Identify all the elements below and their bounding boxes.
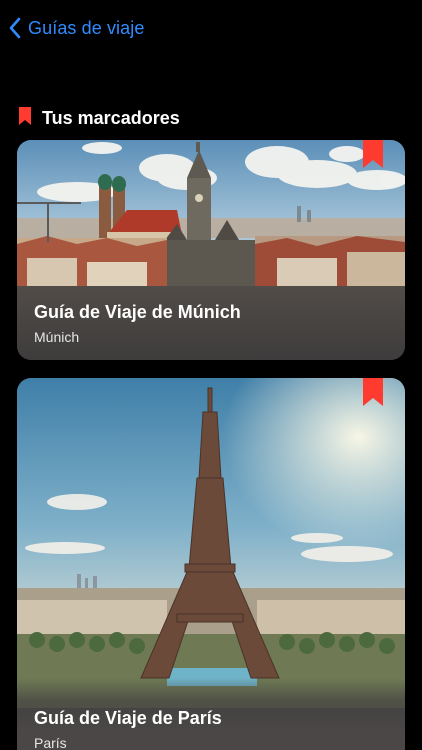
guide-city: París (34, 735, 67, 750)
chevron-left-icon (8, 17, 22, 39)
guide-title: Guía de Viaje de París (34, 708, 222, 728)
section-title: Tus marcadores (42, 107, 180, 128)
guide-city: Múnich (34, 329, 80, 345)
back-button-label: Guías de viaje (28, 17, 145, 38)
navigation-bar: Guías de viaje (0, 0, 422, 56)
bookmark-icon (18, 106, 32, 131)
section-header: Tus marcadores (18, 106, 180, 130)
bookmark-flag-icon[interactable] (363, 140, 383, 168)
guide-title: Guía de Viaje de Múnich (34, 302, 241, 322)
back-button[interactable]: Guías de viaje (8, 14, 144, 42)
guide-card-paris[interactable]: Guía de Viaje de París París (17, 378, 405, 750)
paris-eiffel-tower-image (17, 378, 405, 708)
card-footer: Guía de Viaje de París París (17, 678, 405, 750)
card-footer: Guía de Viaje de Múnich Múnich (17, 286, 405, 360)
bookmarks-screen: Guías de viaje Tus marcadores Guía de Vi… (0, 0, 422, 750)
guide-card-munich[interactable]: Guía de Viaje de Múnich Múnich (17, 140, 405, 360)
bookmark-flag-icon[interactable] (363, 378, 383, 406)
munich-cityscape-image (17, 140, 405, 286)
